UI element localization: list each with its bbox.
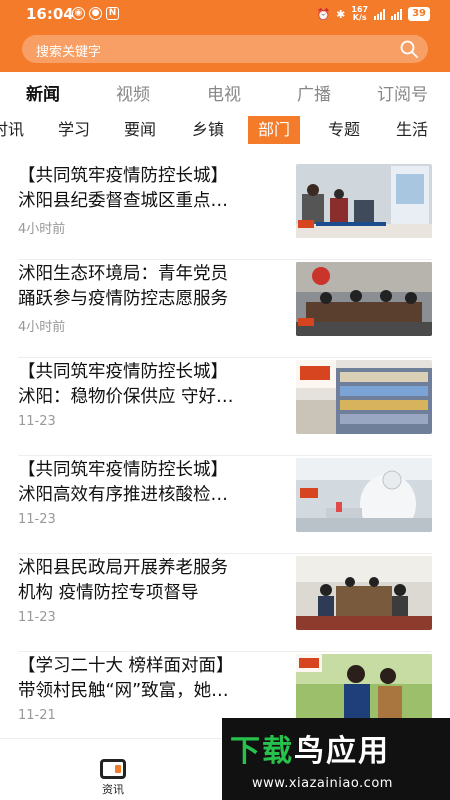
news-title-line: 【共同筑牢疫情防控长城】 xyxy=(18,166,228,186)
category-tab-news-flash[interactable]: 时讯 xyxy=(0,116,34,144)
watermark: 下载鸟应用 www.xiazainiao.com xyxy=(222,718,450,800)
nfc-icon: N xyxy=(106,7,119,20)
news-title-line: 【共同筑牢疫情防控长城】 xyxy=(18,362,228,382)
category-tabs: 时讯 学习 要闻 乡镇 部门 专题 生活 xyxy=(0,114,450,146)
category-tab-towns[interactable]: 乡镇 xyxy=(182,116,234,144)
news-title-line: 沭阳：稳物价保供应 守好… xyxy=(18,387,234,407)
tab-tv[interactable]: 电视 xyxy=(207,80,241,105)
battery-icon: 39 xyxy=(408,7,430,21)
main-tabs: 新闻 视频 电视 广播 订阅号 xyxy=(0,72,450,110)
watermark-brand-a: 下载 xyxy=(230,734,294,769)
news-item[interactable]: 【共同筑牢疫情防控长城】 沭阳高效有序推进核酸检… 11-23 xyxy=(18,456,432,554)
news-item[interactable]: 【共同筑牢疫情防控长城】 沭阳县纪委督查城区重点… 4小时前 xyxy=(18,162,432,260)
watermark-brand: 下载鸟应用 xyxy=(230,726,390,770)
watermark-url: www.xiazainiao.com xyxy=(252,776,393,791)
category-tab-study[interactable]: 学习 xyxy=(48,116,100,144)
news-thumbnail xyxy=(296,164,432,238)
news-time: 11-23 xyxy=(18,512,56,527)
signal-icon xyxy=(374,8,386,20)
news-thumbnail xyxy=(296,654,432,728)
news-title-line: 沭阳县纪委督查城区重点… xyxy=(18,191,228,211)
news-icon xyxy=(100,759,126,779)
news-title-line: 【学习二十大 榜样面对面】 xyxy=(18,656,234,676)
signal-icon-2 xyxy=(391,8,403,20)
tab-subscription[interactable]: 订阅号 xyxy=(377,80,428,105)
tab-radio[interactable]: 广播 xyxy=(297,80,331,105)
news-time: 11-23 xyxy=(18,414,56,429)
news-title: 【共同筑牢疫情防控长城】 沭阳高效有序推进核酸检… xyxy=(18,458,288,508)
news-title-line: 沭阳高效有序推进核酸检… xyxy=(18,485,228,505)
news-time: 4小时前 xyxy=(18,320,66,335)
search-bar[interactable]: 搜索关键字 xyxy=(22,35,428,63)
app-header: 16:04 ◉ ● N ⏰ ✱ 167 K/s 39 搜索关键字 xyxy=(0,0,450,72)
status-time: 16:04 xyxy=(26,5,74,23)
category-tab-headlines[interactable]: 要闻 xyxy=(114,116,166,144)
news-title: 【共同筑牢疫情防控长城】 沭阳县纪委督查城区重点… xyxy=(18,164,288,214)
news-thumbnail xyxy=(296,556,432,630)
news-title-line: 沭阳县民政局开展养老服务 xyxy=(18,558,228,578)
alarm-icon: ⏰ xyxy=(316,7,331,21)
news-title-line: 踊跃参与疫情防控志愿服务 xyxy=(18,289,228,309)
bottom-nav-news[interactable]: 资讯 xyxy=(95,759,131,797)
system-indicators: ⏰ ✱ 167 K/s 39 xyxy=(316,6,430,22)
news-thumbnail xyxy=(296,262,432,336)
search-placeholder: 搜索关键字 xyxy=(36,45,102,60)
network-speed: 167 K/s xyxy=(351,5,369,22)
message-notification-icon: ● xyxy=(89,7,102,20)
watermark-brand-b: 鸟应用 xyxy=(294,734,390,769)
news-title: 【共同筑牢疫情防控长城】 沭阳：稳物价保供应 守好… xyxy=(18,360,288,410)
bluetooth-icon: ✱ xyxy=(336,7,346,21)
news-title-line: 沭阳生态环境局：青年党员 xyxy=(18,264,228,284)
status-bar: 16:04 ◉ ● N ⏰ ✱ 167 K/s 39 xyxy=(0,0,450,28)
tab-news[interactable]: 新闻 xyxy=(26,80,60,105)
news-item[interactable]: 沭阳生态环境局：青年党员 踊跃参与疫情防控志愿服务 4小时前 xyxy=(18,260,432,358)
news-time: 11-21 xyxy=(18,708,56,723)
category-tab-departments[interactable]: 部门 xyxy=(248,116,301,144)
tab-video[interactable]: 视频 xyxy=(116,80,150,105)
news-title: 【学习二十大 榜样面对面】 带领村民触“网”致富，她… xyxy=(18,654,288,704)
app-notification-icon: ◉ xyxy=(72,7,85,20)
news-title-line: 机构 疫情防控专项督导 xyxy=(18,583,199,603)
news-time: 11-23 xyxy=(18,610,56,625)
category-tab-life[interactable]: 生活 xyxy=(386,116,438,144)
category-tab-topics[interactable]: 专题 xyxy=(318,116,370,144)
news-title: 沭阳生态环境局：青年党员 踊跃参与疫情防控志愿服务 xyxy=(18,262,288,312)
news-title-line: 【共同筑牢疫情防控长城】 xyxy=(18,460,228,480)
news-title: 沭阳县民政局开展养老服务 机构 疫情防控专项督导 xyxy=(18,556,288,606)
search-icon[interactable] xyxy=(400,40,418,58)
news-thumbnail xyxy=(296,458,432,532)
bottom-nav-label: 资讯 xyxy=(102,783,124,796)
news-time: 4小时前 xyxy=(18,222,66,237)
news-title-line: 带领村民触“网”致富，她… xyxy=(18,681,229,701)
news-thumbnail xyxy=(296,360,432,434)
news-item[interactable]: 【共同筑牢疫情防控长城】 沭阳：稳物价保供应 守好… 11-23 xyxy=(18,358,432,456)
notification-icons: ◉ ● N xyxy=(72,7,119,20)
news-item[interactable]: 沭阳县民政局开展养老服务 机构 疫情防控专项督导 11-23 xyxy=(18,554,432,652)
